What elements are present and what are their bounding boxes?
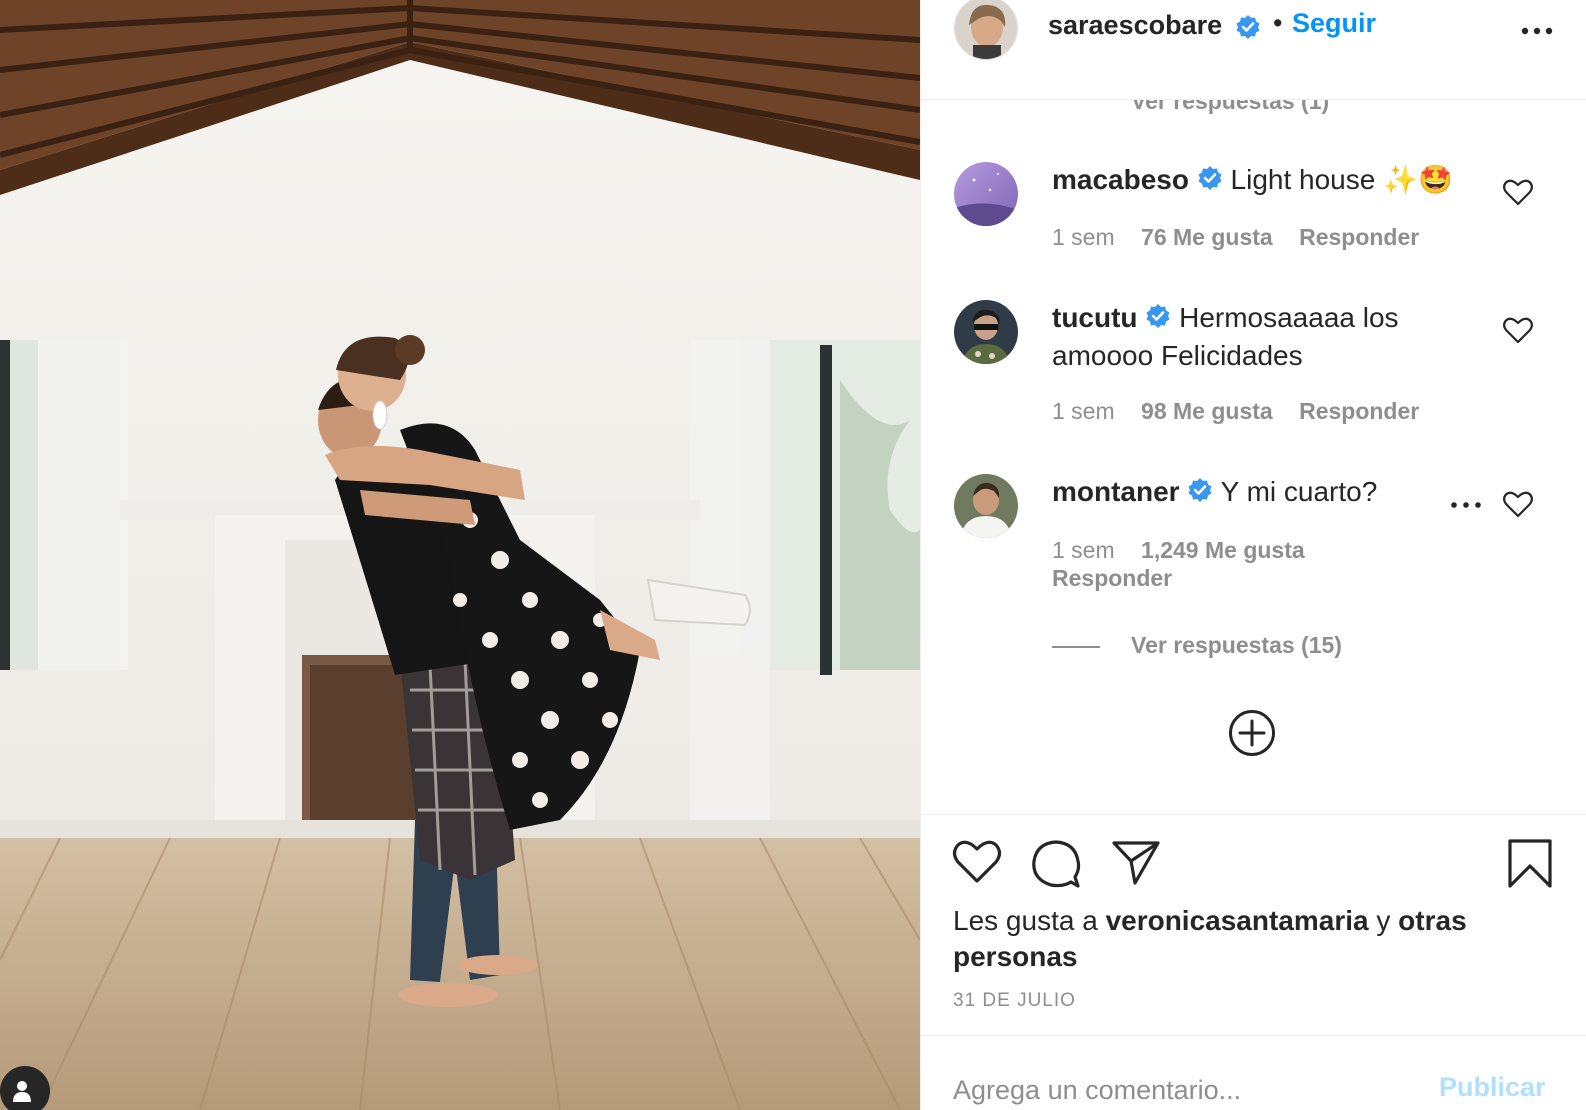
likes-user-link[interactable]: veronicasantamaria — [1106, 905, 1369, 936]
comment-username[interactable]: tucutu — [1052, 302, 1138, 333]
replies-divider-line — [1052, 646, 1100, 648]
author-avatar[interactable] — [954, 0, 1018, 60]
post-side-panel: saraescobare • Seguir Ver respuestas (1) — [920, 0, 1586, 1110]
follow-button[interactable]: Seguir — [1292, 8, 1376, 39]
comment-time[interactable]: 1 sem — [1052, 537, 1115, 563]
verified-badge-icon — [1235, 14, 1261, 45]
comment-meta: 1 sem 98 Me gusta Responder — [1052, 398, 1439, 425]
verified-badge-icon — [1197, 164, 1223, 200]
comment-icon[interactable] — [1031, 839, 1081, 894]
add-comment-form: Publicar — [921, 1035, 1586, 1110]
comment-meta: 1 sem 1,249 Me gusta Responder — [1052, 536, 1352, 592]
comment-text-block: tucutu Hermosaaaaa los amoooo Felicidade… — [1052, 300, 1472, 374]
comment-input[interactable] — [953, 1070, 1423, 1110]
more-options-icon[interactable] — [1519, 16, 1555, 46]
post-image — [0, 0, 920, 1110]
comment-text-block: montaner Y mi cuarto? — [1052, 474, 1472, 512]
avatar-image-macabeso — [954, 162, 1018, 226]
plus-circle-icon[interactable] — [1228, 709, 1276, 757]
commenter-avatar[interactable] — [954, 162, 1018, 226]
comment-meta: 1 sem 76 Me gusta Responder — [1052, 224, 1439, 251]
comment-time[interactable]: 1 sem — [1052, 224, 1115, 250]
likes-prefix: Les gusta a — [953, 905, 1098, 936]
view-replies-link[interactable]: Ver respuestas (15) — [1131, 632, 1342, 659]
comment-username[interactable]: macabeso — [1052, 164, 1189, 195]
view-replies-link-previous[interactable]: Ver respuestas (1) — [1131, 100, 1329, 115]
avatar-image-montaner — [954, 474, 1018, 538]
publish-button[interactable]: Publicar — [1439, 1072, 1546, 1103]
comment-text-block: macabeso Light house ✨🤩 — [1052, 162, 1472, 200]
comment-like-heart-icon[interactable] — [1503, 316, 1533, 344]
post-photo[interactable] — [0, 0, 920, 1110]
reply-button[interactable]: Responder — [1052, 565, 1172, 591]
verified-badge-icon — [1187, 476, 1213, 512]
author-username[interactable]: saraescobare — [1048, 10, 1222, 41]
heart-icon[interactable] — [952, 839, 1002, 890]
reply-button[interactable]: Responder — [1299, 224, 1419, 250]
comment-likes[interactable]: 1,249 Me gusta — [1141, 537, 1305, 563]
verified-badge-icon — [1145, 302, 1171, 338]
paper-plane-icon[interactable] — [1111, 839, 1161, 890]
comment-text: Light house ✨🤩 — [1230, 164, 1453, 195]
post-header: saraescobare • Seguir — [921, 0, 1586, 100]
author-avatar-image — [955, 0, 1017, 59]
avatar-image-tucutu — [954, 300, 1018, 364]
comments-list[interactable]: Ver respuestas (1) macabeso Light house … — [921, 100, 1586, 814]
commenter-avatar[interactable] — [954, 300, 1018, 364]
comment-text: Y mi cuarto? — [1220, 476, 1378, 507]
post-actions-section: Les gusta a veronicasantamaria y otras p… — [921, 814, 1586, 1035]
comment-likes[interactable]: 98 Me gusta — [1141, 398, 1273, 424]
view-replies-row[interactable]: Ver respuestas (15) — [1052, 632, 1472, 664]
reply-button[interactable]: Responder — [1299, 398, 1419, 424]
likes-connector: y — [1376, 905, 1391, 936]
bookmark-icon[interactable] — [1507, 839, 1553, 894]
comment-likes[interactable]: 76 Me gusta — [1141, 224, 1273, 250]
header-separator: • — [1273, 8, 1283, 38]
user-tag-button[interactable] — [0, 1066, 50, 1110]
commenter-avatar[interactable] — [954, 474, 1018, 538]
comment-time[interactable]: 1 sem — [1052, 398, 1115, 424]
comment-username[interactable]: montaner — [1052, 476, 1180, 507]
comment-like-heart-icon[interactable] — [1503, 490, 1533, 518]
comment-options-icon[interactable] — [1449, 498, 1483, 512]
likes-summary: Les gusta a veronicasantamaria y otras p… — [953, 903, 1473, 975]
post-date[interactable]: 31 DE JULIO — [953, 990, 1076, 1012]
comment-like-heart-icon[interactable] — [1503, 178, 1533, 206]
user-tag-icon — [13, 1081, 31, 1102]
